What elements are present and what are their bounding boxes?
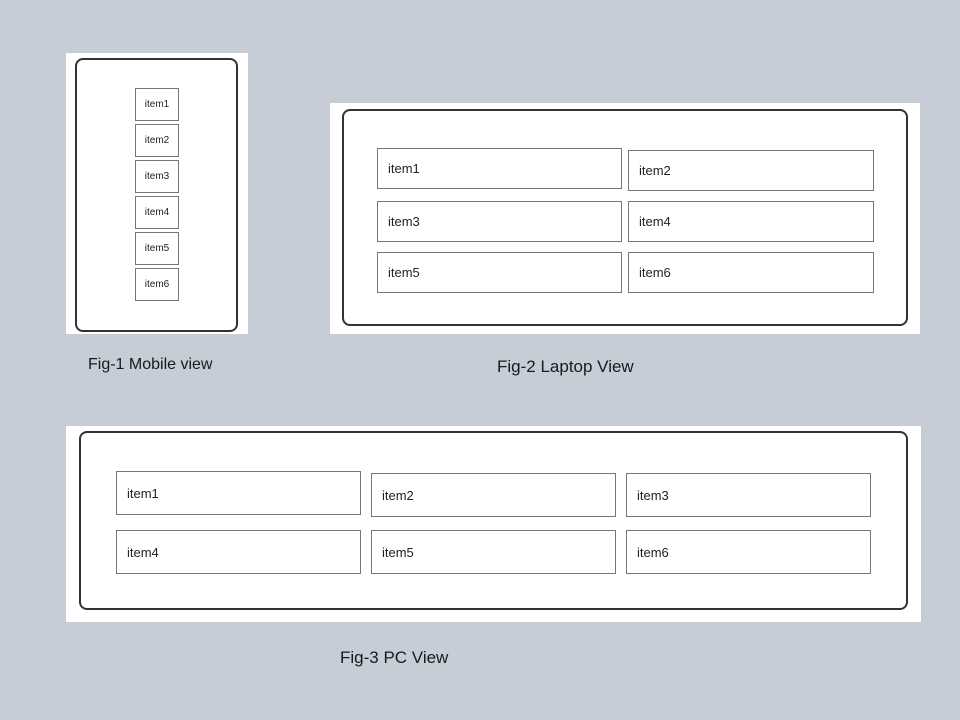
grid-item: item1 xyxy=(377,148,622,189)
pc-view-panel: item1 item2 item3 item4 item5 item6 xyxy=(66,426,921,622)
fig-1-caption: Fig-1 Mobile view xyxy=(88,356,213,373)
grid-item: item6 xyxy=(628,252,874,293)
grid-item: item6 xyxy=(626,530,871,574)
grid-item: item5 xyxy=(135,232,179,265)
grid-item: item6 xyxy=(135,268,179,301)
grid-item: item3 xyxy=(377,201,622,242)
laptop-screen-frame: item1 item2 item3 item4 item5 item6 xyxy=(342,109,908,326)
fig-2-caption: Fig-2 Laptop View xyxy=(497,357,634,376)
grid-item: item2 xyxy=(628,150,874,191)
mobile-view-panel: item1 item2 item3 item4 item5 item6 xyxy=(66,53,248,334)
mobile-device-frame: item1 item2 item3 item4 item5 item6 xyxy=(75,58,238,332)
laptop-view-panel: item1 item2 item3 item4 item5 item6 xyxy=(330,103,920,334)
grid-item: item5 xyxy=(377,252,622,293)
grid-item: item2 xyxy=(371,473,616,517)
grid-item: item3 xyxy=(135,160,179,193)
grid-item: item3 xyxy=(626,473,871,517)
pc-screen-frame: item1 item2 item3 item4 item5 item6 xyxy=(79,431,908,610)
grid-item: item1 xyxy=(135,88,179,121)
grid-item: item4 xyxy=(135,196,179,229)
grid-item: item4 xyxy=(628,201,874,242)
grid-item: item4 xyxy=(116,530,361,574)
grid-item: item5 xyxy=(371,530,616,574)
fig-3-caption: Fig-3 PC View xyxy=(340,648,449,667)
grid-item: item2 xyxy=(135,124,179,157)
grid-item: item1 xyxy=(116,471,361,515)
